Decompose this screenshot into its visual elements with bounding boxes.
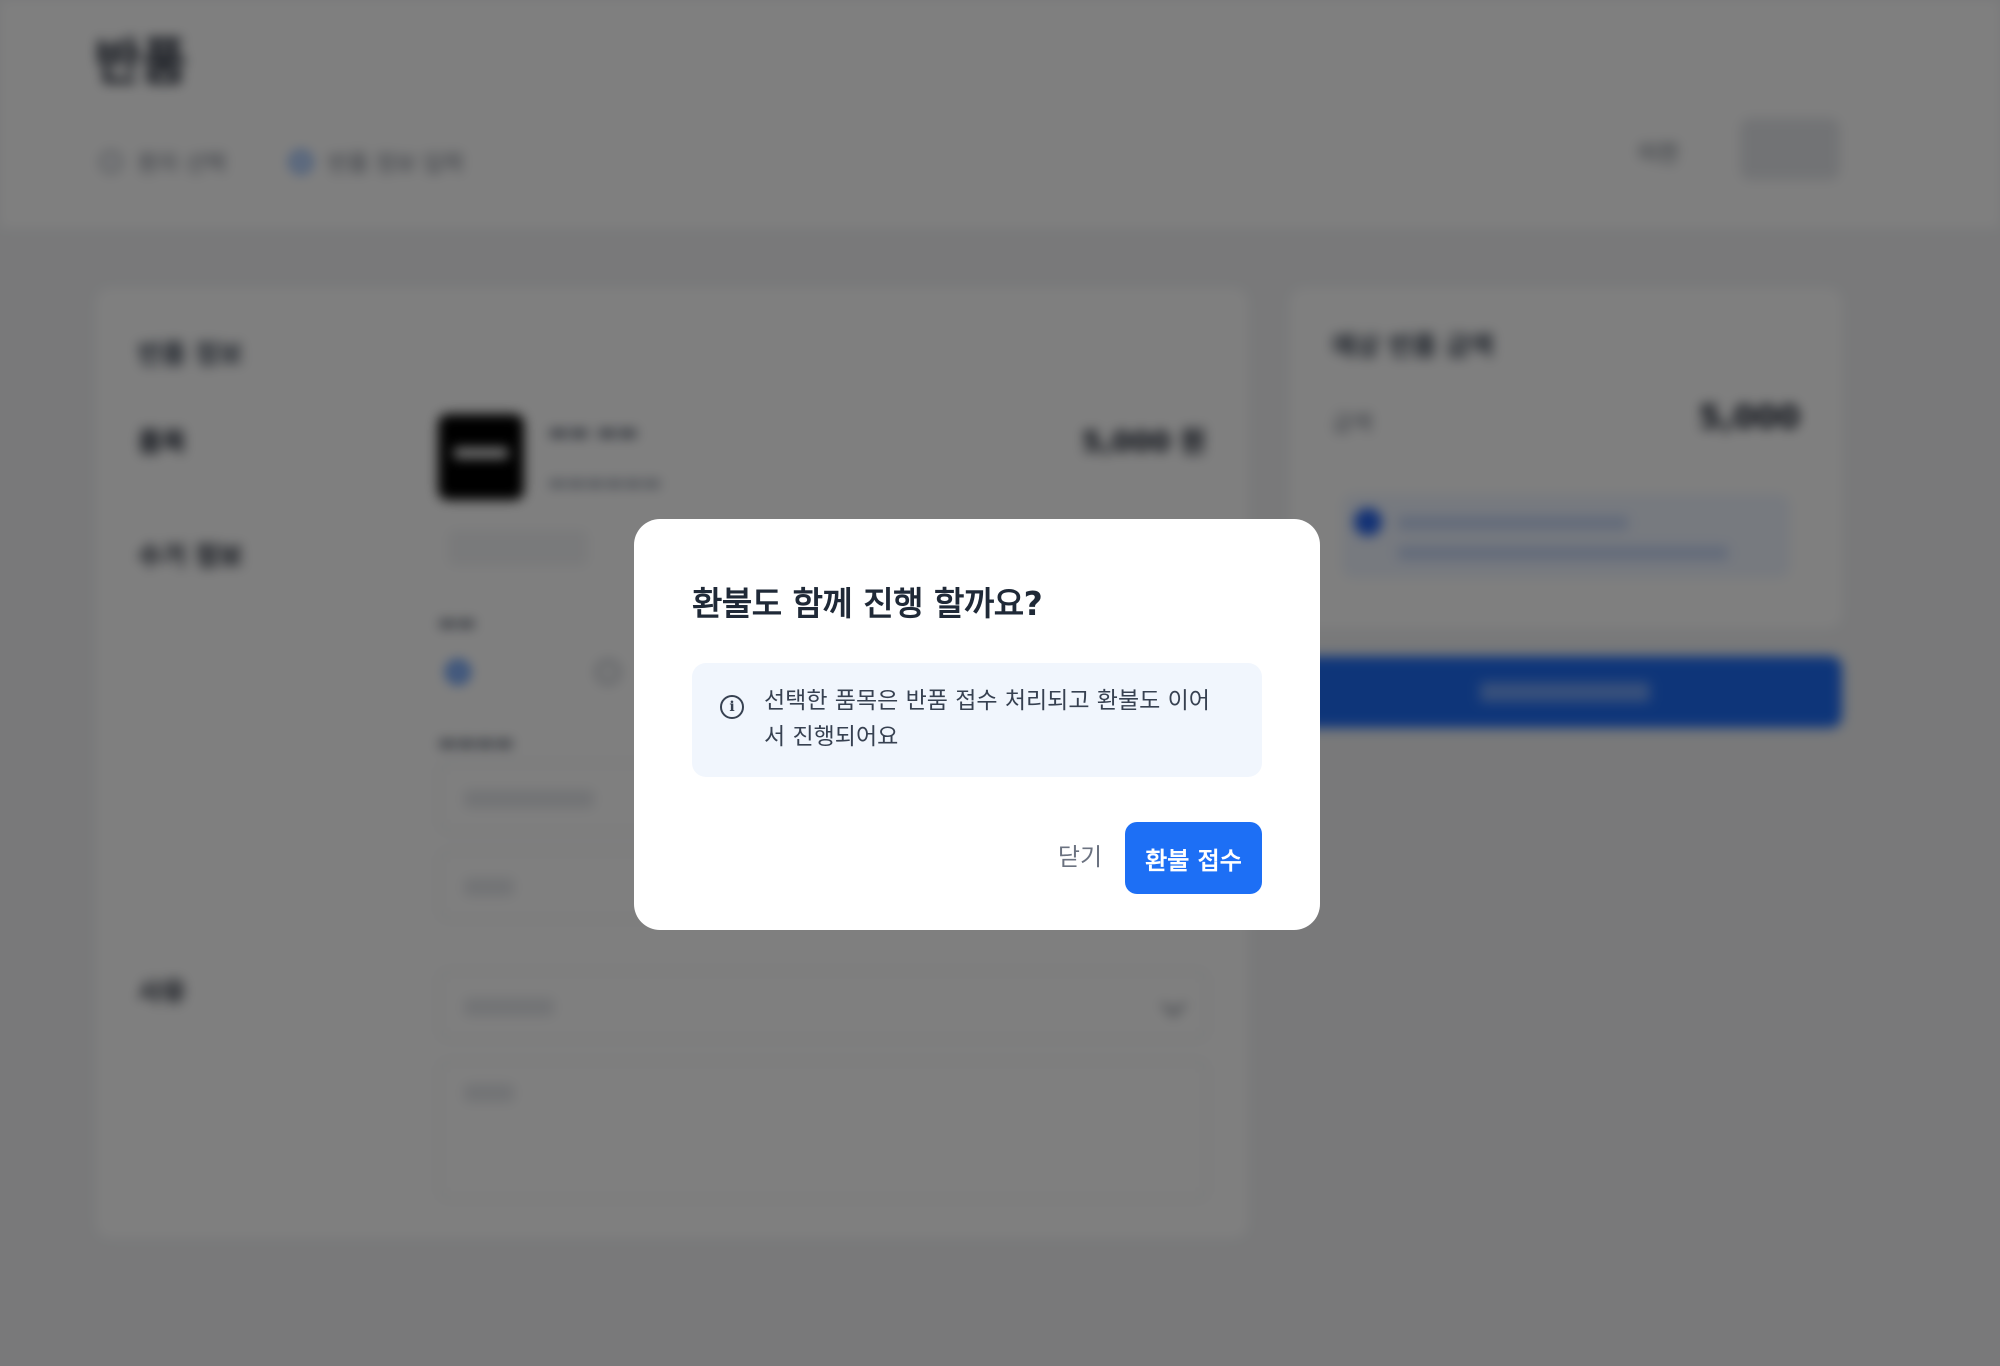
info-box: i 선택한 품목은 반품 접수 처리되고 환불도 이어서 진행되어요 bbox=[692, 663, 1262, 777]
dialog-title: 환불도 함께 진행 할까요? bbox=[692, 584, 1043, 623]
refund-submit-button[interactable]: 환불 접수 bbox=[1125, 822, 1262, 894]
close-button[interactable]: 닫기 bbox=[1036, 823, 1124, 885]
refund-confirm-dialog: 환불도 함께 진행 할까요? i 선택한 품목은 반품 접수 처리되고 환불도 … bbox=[634, 519, 1320, 930]
info-text: 선택한 품목은 반품 접수 처리되고 환불도 이어서 진행되어요 bbox=[764, 688, 1210, 750]
info-icon: i bbox=[720, 695, 744, 719]
